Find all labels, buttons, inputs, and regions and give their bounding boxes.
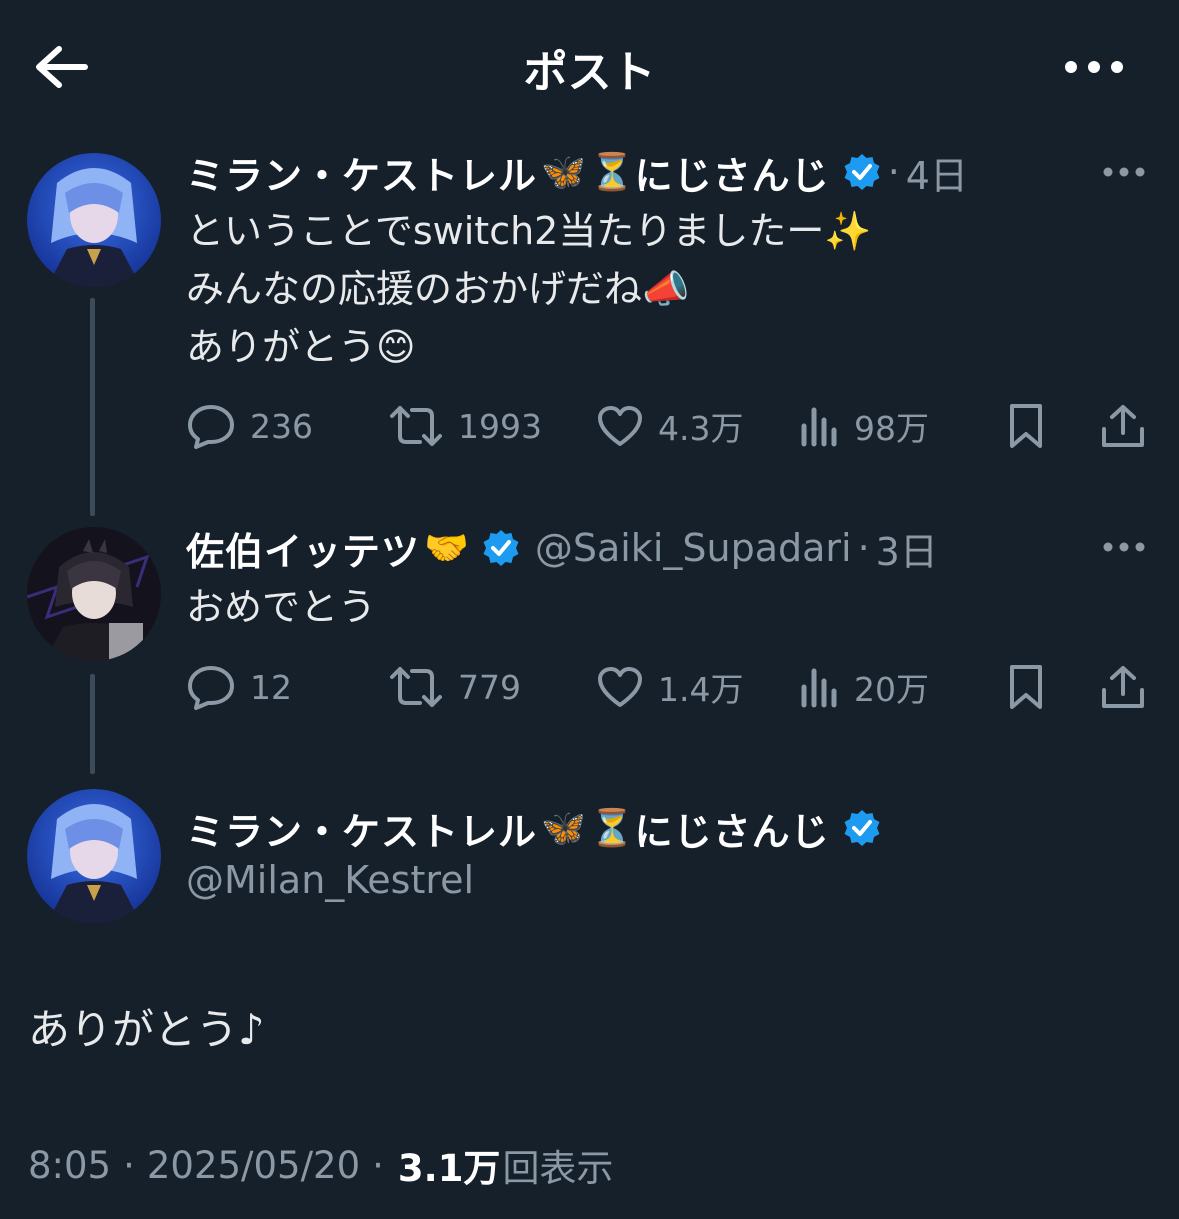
avatar[interactable]: [27, 153, 161, 287]
post-time[interactable]: 3日: [876, 521, 938, 576]
reply-icon: [188, 405, 234, 449]
tweet-text-line: ありがとう😊: [186, 325, 416, 369]
tweet-text: おめでとう: [186, 578, 376, 636]
repost-button[interactable]: 1993: [388, 396, 542, 456]
display-name[interactable]: ミラン・ケストレル: [186, 801, 537, 856]
reply-button[interactable]: 12: [186, 657, 292, 717]
analytics-icon: [801, 668, 837, 708]
heart-icon: [598, 667, 642, 707]
share-icon: [1102, 405, 1144, 447]
repost-button[interactable]: 779: [388, 657, 521, 717]
views-button[interactable]: 20万: [800, 657, 929, 717]
display-name-suffix[interactable]: にじさんじ: [635, 801, 830, 856]
views-total[interactable]: 3.1万: [398, 1138, 501, 1192]
separator-dot: ·: [857, 526, 870, 570]
display-name-suffix[interactable]: にじさんじ: [635, 145, 830, 200]
reply-count: 12: [250, 667, 292, 707]
bookmark-icon: [1010, 404, 1042, 448]
like-button[interactable]: 1.4万: [596, 657, 743, 717]
tweet-text: ということでswitch2当たりましたー✨ みんなの応援のおかげだね📣 ありがと…: [186, 202, 872, 376]
tweet-text-line: ということでswitch2当たりましたー✨: [186, 209, 872, 253]
heart-icon: [598, 406, 642, 446]
separator-dot: ·: [372, 1143, 384, 1187]
separator-dot: ·: [887, 150, 900, 194]
share-button[interactable]: [1100, 657, 1146, 717]
tweet-actions: 236 1993 4.3万 98万: [186, 396, 1146, 456]
separator-dot: ·: [123, 1143, 135, 1187]
like-count: 4.3万: [658, 409, 744, 448]
reply-count: 236: [250, 406, 313, 446]
like-count: 1.4万: [658, 670, 744, 709]
tweet-more-button[interactable]: [1094, 527, 1154, 567]
analytics-icon: [801, 407, 837, 447]
tweet-header: 佐伯イッテツ 🤝 @Saiki_Supadari · 3日: [186, 520, 938, 576]
tweet-actions: 12 779 1.4万 20万: [186, 657, 1146, 717]
post-date[interactable]: 2025/05/20: [147, 1144, 360, 1187]
ellipsis-icon: [1103, 167, 1145, 177]
views-count: 20万: [854, 670, 929, 709]
butterfly-emoji: 🦋: [541, 808, 586, 849]
page-title: ポスト: [523, 47, 656, 98]
tweet-header: ミラン・ケストレル 🦋 ⏳ にじさんじ · 4日: [186, 144, 968, 200]
views-label: 回表示: [502, 1147, 614, 1190]
more-options-button[interactable]: [1059, 40, 1129, 94]
main-post-text: ありがとう♪: [28, 1005, 265, 1054]
tweet-more-button[interactable]: [1094, 152, 1154, 192]
bookmark-button[interactable]: [1006, 657, 1046, 717]
views-count: 98万: [854, 409, 929, 448]
handle[interactable]: @Saiki_Supadari: [535, 526, 852, 570]
avatar[interactable]: [27, 527, 161, 661]
reply-icon: [188, 666, 234, 710]
butterfly-emoji: 🦋: [541, 152, 586, 193]
handshake-emoji: 🤝: [424, 528, 469, 569]
hourglass-emoji: ⏳: [589, 152, 635, 193]
ellipsis-icon: [1065, 61, 1123, 73]
post-meta: 8:05 · 2025/05/20 · 3.1万 回表示: [28, 1138, 613, 1192]
display-name[interactable]: 佐伯イッテツ: [186, 521, 420, 576]
thread-line: [90, 674, 95, 774]
handle[interactable]: @Milan_Kestrel: [186, 858, 474, 902]
repost-icon: [390, 667, 442, 707]
bookmark-icon: [1010, 665, 1042, 709]
views-button[interactable]: 98万: [800, 396, 929, 456]
tweet-text-line: おめでとう: [186, 585, 377, 629]
tweet-text-line: みんなの応援のおかげだね📣: [186, 267, 690, 311]
top-bar: ポスト: [0, 0, 1179, 132]
main-post-header: ミラン・ケストレル 🦋 ⏳ にじさんじ: [186, 798, 882, 858]
ellipsis-icon: [1103, 542, 1145, 552]
avatar[interactable]: [27, 789, 161, 923]
repost-icon: [390, 406, 442, 446]
display-name[interactable]: ミラン・ケストレル: [186, 145, 537, 200]
bookmark-button[interactable]: [1006, 396, 1046, 456]
verified-badge-icon: [842, 808, 882, 848]
post-time[interactable]: 4日: [906, 145, 968, 200]
verified-badge-icon: [481, 528, 521, 568]
repost-count: 779: [458, 667, 521, 707]
like-button[interactable]: 4.3万: [596, 396, 743, 456]
share-icon: [1102, 666, 1144, 708]
reply-button[interactable]: 236: [186, 396, 313, 456]
verified-badge-icon: [842, 152, 882, 192]
repost-count: 1993: [458, 406, 542, 446]
share-button[interactable]: [1100, 396, 1146, 456]
thread-line: [90, 298, 95, 516]
hourglass-emoji: ⏳: [589, 808, 635, 849]
post-time[interactable]: 8:05: [28, 1144, 111, 1187]
